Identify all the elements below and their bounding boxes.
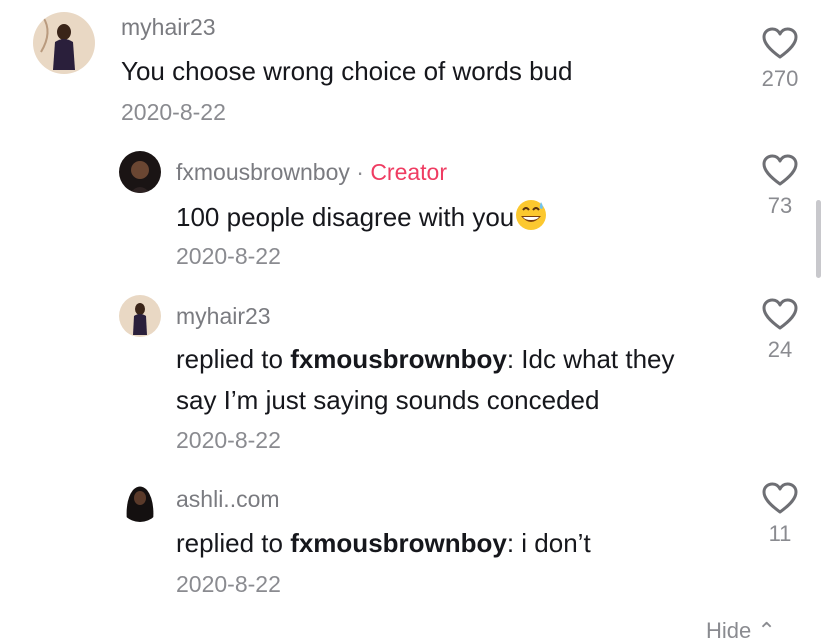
username[interactable]: ashli..com [176, 486, 280, 513]
username-line: fxmousbrownboy · Creator [176, 159, 447, 186]
comment-date: 2020-8-22 [176, 427, 281, 453]
comment-date: 2020-8-22 [176, 571, 281, 597]
heart-icon [762, 154, 798, 186]
username[interactable]: fxmousbrownboy [176, 159, 350, 185]
heart-icon [762, 27, 798, 59]
heart-icon [762, 298, 798, 330]
like-count: 11 [768, 521, 792, 546]
reply-prefix: replied to [176, 528, 291, 558]
heart-icon [762, 482, 798, 514]
like-count: 73 [767, 193, 793, 218]
like-button[interactable]: 270 [745, 26, 815, 92]
like-button[interactable]: 11 [745, 481, 815, 547]
creator-badge: Creator [370, 159, 448, 185]
comment-text: replied to fxmousbrownboy: i don’t [176, 523, 591, 564]
reply-prefix: replied to [176, 344, 291, 374]
reply-to-username[interactable]: fxmousbrownboy [290, 344, 507, 374]
comment-text: You choose wrong choice of words bud [121, 56, 573, 86]
comment-date: 2020-8-22 [121, 99, 226, 125]
hide-replies-link[interactable]: Hide ⌃ [706, 618, 776, 644]
like-count: 270 [761, 66, 799, 91]
scrollbar[interactable] [816, 200, 821, 278]
reply-to-username[interactable]: fxmousbrownboy [290, 528, 507, 558]
avatar[interactable] [119, 480, 161, 522]
like-count: 24 [767, 337, 793, 362]
like-button[interactable]: 24 [745, 297, 815, 363]
comment-text-line2: say I’m just saying sounds conceded [176, 385, 600, 415]
comment-text: replied to fxmousbrownboy: Idc what they… [176, 339, 746, 421]
chevron-up-icon: ⌃ [757, 618, 776, 643]
username[interactable]: myhair23 [121, 14, 216, 41]
comment-text: 100 people disagree with you [176, 202, 515, 232]
hide-label: Hide [706, 618, 752, 643]
avatar[interactable] [119, 295, 161, 337]
comment-text-line1: : Idc what they [506, 344, 675, 374]
grinning-sweat-emoji [516, 200, 547, 230]
like-button[interactable]: 73 [745, 153, 815, 219]
avatar[interactable] [33, 12, 95, 74]
comment-text-body: : i don’t [506, 528, 591, 558]
comment-text-line: 100 people disagree with you [176, 197, 548, 238]
username[interactable]: myhair23 [176, 303, 271, 330]
avatar[interactable] [119, 151, 161, 193]
comment-date: 2020-8-22 [176, 243, 281, 269]
separator: · [356, 159, 364, 185]
